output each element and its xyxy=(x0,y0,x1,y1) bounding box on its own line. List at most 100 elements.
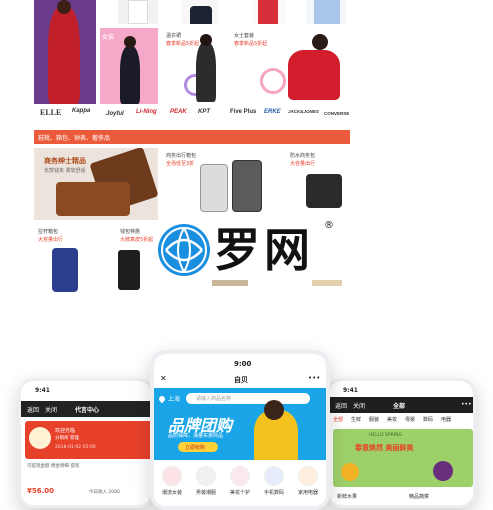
suitcase-shape xyxy=(232,160,262,212)
tab-baby[interactable]: 母婴 xyxy=(405,416,415,423)
category-tabs: 全部 生鲜 服装 美妆 母婴 数码 电器 xyxy=(329,413,473,427)
suitcase-shape xyxy=(200,164,228,212)
tile-caption-2: 春季新品5折起 xyxy=(166,41,200,47)
phone-center: 9:00 ✕ 自贝 ••• 上海 请输入商品名称 品牌团购 品质保障，海量实惠商… xyxy=(150,350,330,510)
blue-shirt-shape xyxy=(314,0,340,24)
brand-logo[interactable]: Joyful xyxy=(106,111,124,117)
close-button[interactable]: 关闭 xyxy=(353,401,365,410)
page-title: 自贝 xyxy=(234,376,248,384)
close-button[interactable]: 关闭 xyxy=(45,405,57,414)
fashion-tile-white-shirt[interactable] xyxy=(118,0,158,24)
status-time: 9:00 xyxy=(234,360,252,368)
phone-left: 9:41 返回 关闭 代言中心 欢迎光临 分销商 管理 2018-01-02 0… xyxy=(18,378,154,508)
bag-tile-bottom-left[interactable]: 拉杆箱包 大容量出行 xyxy=(34,224,92,300)
icon-label: 家用电器 xyxy=(297,490,318,496)
tab-digital[interactable]: 数码 xyxy=(423,416,433,423)
status-time: 9:41 xyxy=(35,387,50,394)
tile-caption-2: 全场低至3折 xyxy=(166,161,195,167)
cta-label: 立即抢购 xyxy=(185,445,206,451)
wallet-shape xyxy=(56,182,130,216)
tile-caption-1: 女士套装 xyxy=(234,33,255,39)
bag-tile-luggage[interactable]: 商务出行箱包 全场低至3折 xyxy=(162,148,282,220)
brand-logo[interactable]: ELLE xyxy=(40,108,61,117)
model-figure xyxy=(288,50,340,100)
location-pin-icon[interactable] xyxy=(157,394,167,404)
men-clothing-icon[interactable] xyxy=(196,466,216,486)
spring-banner[interactable]: HELLO SPRING 春意焕然 美丽鲜美 xyxy=(333,429,473,487)
bag-tile-bottom-mid[interactable]: 钱包特惠 大牌真皮5折起 xyxy=(96,224,158,300)
phone-digital-icon[interactable] xyxy=(264,466,284,486)
back-button[interactable]: 返回 xyxy=(27,405,39,414)
greeting: 欢迎光临 xyxy=(55,428,76,434)
model-head xyxy=(124,36,136,48)
fashion-tile-red-top[interactable] xyxy=(252,0,286,24)
brand-logo[interactable]: Kappa xyxy=(72,108,90,114)
banner-subtitle: 品质保障，海量实惠商品 xyxy=(168,433,224,439)
brand-logo[interactable]: Li-Ning xyxy=(136,109,157,115)
pink-tag: 女装 xyxy=(102,34,115,41)
fashion-tile-red-dress[interactable] xyxy=(34,0,96,104)
tab-appliance[interactable]: 电器 xyxy=(441,416,451,423)
icon-label: 美妆个护 xyxy=(229,490,250,496)
search-input[interactable]: 请输入商品名称 xyxy=(186,393,310,404)
leather-title: 商务绅士精品 xyxy=(44,157,86,165)
beauty-icon[interactable] xyxy=(230,466,250,486)
phone-right: 9:41 返回 关闭 全部 ••• 全部 生鲜 服装 美妆 母婴 数码 电器 H… xyxy=(326,378,476,508)
icon-label: 手机数码 xyxy=(263,490,284,496)
tab-fresh[interactable]: 生鲜 xyxy=(351,416,361,423)
brand-logo[interactable]: Five Plus xyxy=(230,109,256,115)
fashion-tile-blue-shirt[interactable] xyxy=(306,0,346,24)
tab-beauty[interactable]: 美妆 xyxy=(387,416,397,423)
fashion-tile-right-large[interactable]: 女士套装 春季新品5折起 xyxy=(230,28,350,104)
tab-all[interactable]: 全部 xyxy=(333,416,343,423)
brand-logo[interactable]: CONVERSE xyxy=(324,111,349,116)
model-head xyxy=(312,34,328,50)
role-text: 分销商 管理 xyxy=(55,436,79,441)
tab-clothing[interactable]: 服装 xyxy=(369,416,379,423)
income-note: 可提现金额 佣金明细 提现 xyxy=(27,464,80,469)
banner-title: 春意焕然 美丽鲜美 xyxy=(355,444,414,452)
close-icon[interactable]: ✕ xyxy=(160,374,167,383)
briefcase-shape xyxy=(306,174,342,208)
model-head xyxy=(200,34,212,46)
luowang-watermark: 罗网 ® xyxy=(158,220,338,282)
appliance-icon[interactable] xyxy=(298,466,318,486)
brand-logo[interactable]: JACK&JONES xyxy=(288,109,319,114)
icon-row: 潮流女装 男装潮服 美妆个护 手机数码 家用电器 xyxy=(154,462,326,506)
profile-card[interactable]: 欢迎光临 分销商 管理 2018-01-02 05:00 xyxy=(25,421,151,459)
brand-logo[interactable]: PEAK xyxy=(170,109,187,115)
fashion-tile-skirt[interactable] xyxy=(182,0,218,24)
banner-small-text: HELLO SPRING xyxy=(369,433,402,438)
back-button[interactable]: 返回 xyxy=(335,401,347,410)
group-buy-banner[interactable]: 上海 请输入商品名称 品牌团购 品质保障，海量实惠商品 立即抢购 xyxy=(154,388,326,460)
model-head xyxy=(264,400,284,420)
phone-center-navbar: ✕ 自贝 ••• xyxy=(154,372,326,388)
tile-caption-2: 大牌真皮5折起 xyxy=(120,237,154,243)
more-button[interactable]: ••• xyxy=(461,401,472,408)
brand-logo[interactable]: ERKE xyxy=(264,109,281,115)
brand-logo[interactable]: KPT xyxy=(198,109,210,115)
tile-caption-1: 拉杆箱包 xyxy=(38,229,59,235)
more-button[interactable]: ••• xyxy=(308,374,320,382)
row-label: 精品蔬菜 xyxy=(409,494,430,500)
today-income: 今日收入 2080 xyxy=(89,490,120,495)
bag-tile-right[interactable]: 防水商务包 大容量出行 xyxy=(286,148,350,220)
date-text: 2018-01-02 05:00 xyxy=(55,445,96,450)
banner-cta-button[interactable]: 立即抢购 xyxy=(178,442,218,452)
fashion-tile-center[interactable]: 温衣裙 春季新品5折起 xyxy=(162,28,226,104)
women-clothing-icon[interactable] xyxy=(162,466,182,486)
wallet-shape xyxy=(118,250,140,290)
bag-tile-leather[interactable]: 商务绅士精品 长款钱夹 柔软舒适 xyxy=(34,148,158,220)
tile-caption-2: 大容量出行 xyxy=(290,161,316,167)
tile-caption-1: 防水商务包 xyxy=(290,153,316,159)
city-label[interactable]: 上海 xyxy=(168,394,180,403)
fruit-graphic xyxy=(341,463,359,481)
fruit-graphic xyxy=(433,461,453,481)
model-figure xyxy=(48,6,80,104)
amount-value: ¥56.00 xyxy=(27,487,55,495)
tile-caption-2: 春季新品5折起 xyxy=(234,41,268,47)
icon-label: 潮流女装 xyxy=(161,490,182,496)
skirt-shape xyxy=(190,6,212,24)
fashion-tile-pink[interactable]: 女装 xyxy=(100,28,158,104)
category-bar[interactable]: 鞋靴、箱包、钟表、奢侈品 xyxy=(34,130,350,144)
